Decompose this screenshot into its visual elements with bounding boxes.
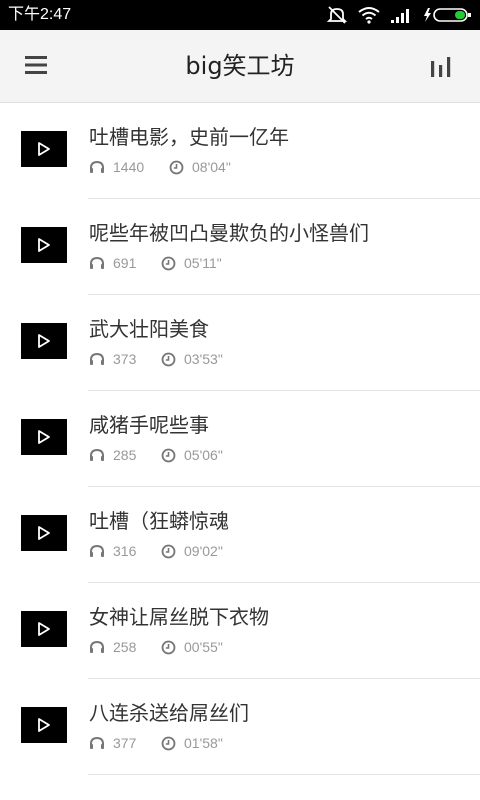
play-button[interactable] — [21, 323, 67, 359]
episode-title: 吐槽电影，史前一亿年 — [89, 125, 289, 149]
listen-count: 258 — [113, 639, 137, 655]
episode-duration: 00'55" — [184, 639, 223, 655]
episode-title: 咸猪手呢些事 — [89, 413, 209, 437]
listen-count: 377 — [113, 735, 137, 751]
menu-button[interactable] — [22, 51, 52, 81]
list-item[interactable]: 咸猪手呢些事 285 05'06" — [0, 391, 480, 487]
clock-icon — [161, 352, 176, 366]
clock-icon — [161, 544, 176, 558]
episode-meta: 377 01'58" — [89, 733, 223, 753]
episode-meta: 316 09'02" — [89, 541, 223, 561]
wifi-icon — [358, 6, 380, 24]
title-bar: big笑工坊 — [0, 30, 480, 103]
play-icon — [38, 430, 50, 444]
episode-meta: 373 03'53" — [89, 349, 223, 369]
episode-duration: 08'04" — [192, 159, 231, 175]
episode-duration: 05'06" — [184, 447, 223, 463]
play-icon — [38, 334, 50, 348]
list-item[interactable]: 女神让屌丝脱下衣物 258 00'55" — [0, 583, 480, 679]
episode-meta: 258 00'55" — [89, 637, 223, 657]
listen-count: 1440 — [113, 159, 145, 175]
headphones-icon — [90, 256, 104, 269]
listen-count: 316 — [113, 543, 137, 559]
headphones-icon — [90, 160, 104, 173]
list-item[interactable]: 八连杀送给屌丝们 377 01'58" — [0, 679, 480, 775]
episode-meta: 285 05'06" — [89, 445, 223, 465]
battery-icon — [422, 6, 472, 24]
play-button[interactable] — [21, 515, 67, 551]
episode-title: 女神让屌丝脱下衣物 — [89, 605, 269, 629]
mute-vibrate-icon — [326, 5, 348, 25]
headphones-icon — [90, 352, 104, 365]
list-item[interactable]: 吐槽（狂蟒惊魂 316 09'02" — [0, 487, 480, 583]
play-icon — [38, 142, 50, 156]
play-button[interactable] — [21, 707, 67, 743]
play-button[interactable] — [21, 131, 67, 167]
episode-title: 呢些年被凹凸曼欺负的小怪兽们 — [89, 221, 369, 245]
episode-duration: 09'02" — [184, 543, 223, 559]
hamburger-menu-icon — [25, 56, 47, 74]
headphones-icon — [90, 640, 104, 653]
episode-meta: 691 05'11" — [89, 253, 222, 273]
headphones-icon — [90, 544, 104, 557]
headphones-icon — [90, 448, 104, 461]
headphones-icon — [90, 736, 104, 749]
play-icon — [38, 526, 50, 540]
bar-chart-icon — [431, 57, 451, 77]
signal-icon — [390, 7, 412, 23]
status-bar: 下午2:47 — [0, 0, 480, 30]
page-title: big笑工坊 — [185, 52, 295, 80]
play-button[interactable] — [21, 611, 67, 647]
list-item[interactable]: 呢些年被凹凸曼欺负的小怪兽们 691 05'11" — [0, 199, 480, 295]
clock-icon — [161, 256, 176, 270]
episode-title: 武大壮阳美食 — [89, 317, 209, 341]
play-icon — [38, 238, 50, 252]
clock-icon — [169, 160, 184, 174]
episode-title: 吐槽（狂蟒惊魂 — [89, 509, 229, 533]
clock-icon — [161, 736, 176, 750]
play-icon — [38, 622, 50, 636]
status-time: 下午2:47 — [8, 6, 72, 23]
clock-icon — [161, 640, 176, 654]
play-button[interactable] — [21, 419, 67, 455]
clock-icon — [161, 448, 176, 462]
status-icons — [326, 0, 472, 30]
episode-meta: 1440 08'04" — [89, 157, 231, 177]
listen-count: 285 — [113, 447, 137, 463]
episode-duration: 05'11" — [184, 255, 222, 271]
listen-count: 691 — [113, 255, 137, 271]
listen-count: 373 — [113, 351, 137, 367]
play-button[interactable] — [21, 227, 67, 263]
play-icon — [38, 718, 50, 732]
list-item[interactable]: 吐槽电影，史前一亿年 1440 08'04" — [0, 103, 480, 199]
episode-list: 吐槽电影，史前一亿年 1440 08'04" 呢些年被凹凸曼欺负的小怪兽们 69… — [0, 103, 480, 775]
episode-title: 八连杀送给屌丝们 — [89, 701, 249, 725]
episode-duration: 01'58" — [184, 735, 223, 751]
episode-duration: 03'53" — [184, 351, 223, 367]
list-item[interactable]: 武大壮阳美食 373 03'53" — [0, 295, 480, 391]
chart-button[interactable] — [426, 52, 456, 82]
